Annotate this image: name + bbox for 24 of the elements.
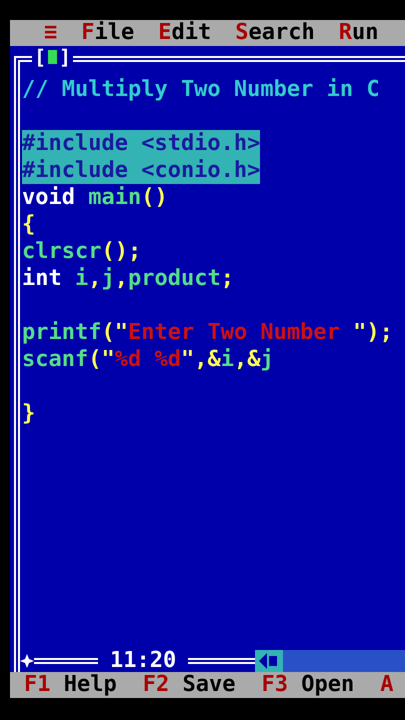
cursor-position: 11:20 [109,650,178,672]
frame-border-line [188,658,255,664]
code-line: // Multiply Two Number in C [22,76,380,103]
code-line: printf("Enter Two Number "); [22,319,393,346]
code-line: int i,j,product; [22,265,234,292]
code-line: } [22,400,36,427]
menu-item[interactable]: Run [338,22,378,44]
horizontal-scrollbar[interactable] [255,650,405,672]
menu-item[interactable]: Search [235,22,315,44]
code-line: void main() [22,184,168,211]
menu-item[interactable]: Edit [158,22,212,44]
function-key[interactable]: F2 Save [142,674,236,696]
code-line: clrscr(); [22,238,142,265]
menu-item[interactable]: File [81,22,134,44]
frame-border-line [34,658,98,664]
modified-marker-icon [20,654,34,668]
close-box-bracket: ] [59,47,72,67]
function-key[interactable]: F1 Help [24,674,117,696]
code-line: scanf("%d %d",&i,&j [22,346,274,373]
function-key[interactable]: F3 Open [261,674,354,696]
code-line: { [22,211,36,238]
close-box[interactable] [48,50,58,64]
scroll-left-arrow-icon[interactable] [259,653,279,669]
close-box-bracket: [ [34,47,46,67]
